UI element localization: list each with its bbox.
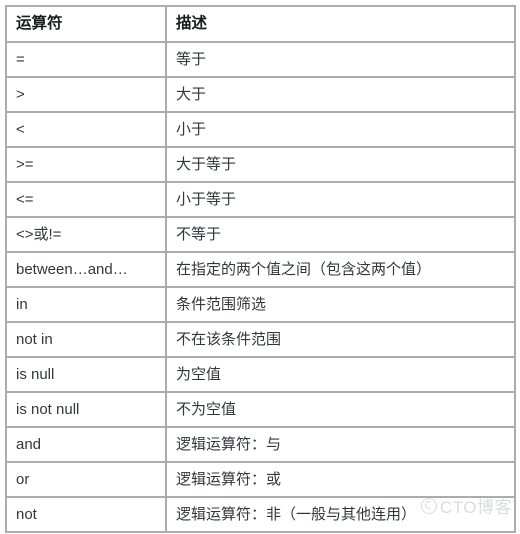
column-header-operator: 运算符: [5, 5, 167, 43]
cell-operator: <>或!=: [5, 216, 167, 253]
table-row: and 逻辑运算符：与: [5, 426, 516, 463]
cell-operator: >: [5, 76, 167, 113]
cell-description: 不为空值: [165, 391, 516, 428]
cell-description: 大于: [165, 76, 516, 113]
table-row: is null 为空值: [5, 356, 516, 393]
table-row: not in 不在该条件范围: [5, 321, 516, 358]
cell-description: 不在该条件范围: [165, 321, 516, 358]
table-header-row: 运算符 描述: [5, 5, 516, 43]
cell-description: 条件范围筛选: [165, 286, 516, 323]
table-row: or 逻辑运算符：或: [5, 461, 516, 498]
cell-operator: and: [5, 426, 167, 463]
cell-operator: is not null: [5, 391, 167, 428]
cell-description: 等于: [165, 41, 516, 78]
table-row: > 大于: [5, 76, 516, 113]
cell-description: 为空值: [165, 356, 516, 393]
cell-operator: <: [5, 111, 167, 148]
cell-description: 逻辑运算符：与: [165, 426, 516, 463]
cell-operator: <=: [5, 181, 167, 218]
table-body: = 等于 > 大于 < 小于 >= 大于等于 <= 小于等于 <>或!= 不等于…: [5, 41, 516, 533]
cell-description: 在指定的两个值之间（包含这两个值）: [165, 251, 516, 288]
cell-description: 大于等于: [165, 146, 516, 183]
table-row: in 条件范围筛选: [5, 286, 516, 323]
table-row: between…and… 在指定的两个值之间（包含这两个值）: [5, 251, 516, 288]
cell-operator: in: [5, 286, 167, 323]
table-row: = 等于: [5, 41, 516, 78]
cell-operator: is null: [5, 356, 167, 393]
sql-operators-table: 运算符 描述 = 等于 > 大于 < 小于 >= 大于等于 <= 小于等于 <>…: [5, 5, 516, 533]
table-row: <= 小于等于: [5, 181, 516, 218]
cell-operator: not: [5, 496, 167, 533]
cell-description: 不等于: [165, 216, 516, 253]
cell-operator: >=: [5, 146, 167, 183]
table-header: 运算符 描述: [5, 5, 516, 43]
operators-reference-page: 运算符 描述 = 等于 > 大于 < 小于 >= 大于等于 <= 小于等于 <>…: [0, 0, 520, 534]
table-row: is not null 不为空值: [5, 391, 516, 428]
column-header-description: 描述: [165, 5, 516, 43]
sql-operators-table-container: 运算符 描述 = 等于 > 大于 < 小于 >= 大于等于 <= 小于等于 <>…: [5, 5, 516, 533]
cell-description: 逻辑运算符：非（一般与其他连用）: [165, 496, 516, 533]
cell-operator: between…and…: [5, 251, 167, 288]
cell-description: 逻辑运算符：或: [165, 461, 516, 498]
cell-operator: or: [5, 461, 167, 498]
table-row: <>或!= 不等于: [5, 216, 516, 253]
cell-description: 小于: [165, 111, 516, 148]
table-row: < 小于: [5, 111, 516, 148]
cell-description: 小于等于: [165, 181, 516, 218]
cell-operator: =: [5, 41, 167, 78]
cell-operator: not in: [5, 321, 167, 358]
table-row: >= 大于等于: [5, 146, 516, 183]
table-row: not 逻辑运算符：非（一般与其他连用）: [5, 496, 516, 533]
